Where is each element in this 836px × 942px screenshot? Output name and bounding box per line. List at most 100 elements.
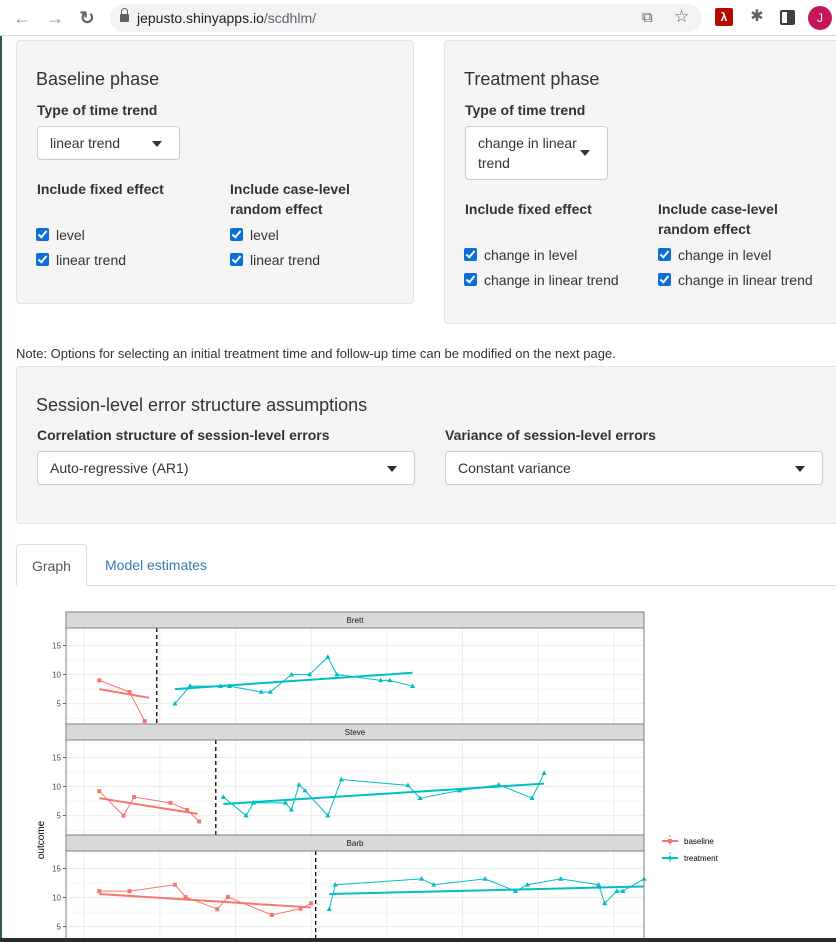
- session-error-panel: Session-level error structure assumption…: [16, 366, 836, 524]
- checkbox-checked-icon[interactable]: [464, 273, 477, 286]
- baseline-point: [309, 901, 314, 906]
- y-tick-label: 5: [57, 812, 62, 821]
- single-case-graph: Brett 5 10 15 Steve 5 10 15 Barb 5 10 15 outcome base…: [0, 611, 836, 942]
- random-effect-label-line1: Include case-level: [658, 201, 778, 217]
- checkbox-label: change in linear trend: [484, 272, 619, 288]
- variance-select[interactable]: Constant variance: [445, 451, 823, 485]
- browser-toolbar: ← → ↻ jepusto.shinyapps.io/scdhlm/ ⧉ ☆ λ…: [0, 0, 836, 36]
- checkbox-label: level: [56, 227, 85, 243]
- treatment-phase-title: Treatment phase: [464, 69, 600, 89]
- facet-strip-label: Steve: [345, 728, 366, 737]
- session-error-title: Session-level error structure assumption…: [36, 395, 368, 415]
- y-tick-label: 5: [57, 923, 62, 932]
- legend-label: treatment: [684, 854, 719, 863]
- treatment-phase-panel: Treatment phase Type of time trend chang…: [444, 40, 836, 324]
- share-icon[interactable]: ⧉: [642, 9, 653, 26]
- random-effect-label-line1: Include case-level: [230, 181, 350, 197]
- checkbox-label: linear trend: [250, 252, 321, 268]
- y-tick-label: 10: [52, 671, 61, 680]
- treatment-trend-value: change in linear trend: [478, 133, 577, 173]
- tab-graph[interactable]: Graph: [16, 544, 87, 586]
- checkbox-label: change in level: [678, 247, 772, 263]
- baseline-trend-label: Type of time trend: [37, 102, 158, 118]
- y-tick-label: 5: [57, 700, 62, 709]
- treatment-random-effect-label: Include case-level random effect: [658, 199, 778, 239]
- star-icon[interactable]: ☆: [674, 7, 689, 27]
- baseline-point: [183, 894, 188, 899]
- facet-panel-brett: Brett 5 10 15: [52, 611, 645, 725]
- checkbox-checked-icon[interactable]: [658, 273, 671, 286]
- y-tick-label: 15: [52, 641, 61, 650]
- correlation-structure-value: Auto-regressive (AR1): [50, 460, 189, 476]
- treatment-trend-select[interactable]: change in linear trend: [465, 126, 608, 180]
- facet-panel-steve: Steve 5 10 15: [52, 723, 645, 837]
- baseline-point: [172, 882, 177, 887]
- baseline-point: [225, 894, 230, 899]
- legend-key-point: [668, 839, 672, 843]
- y-tick-label: 10: [52, 894, 61, 903]
- baseline-point: [121, 813, 126, 818]
- side-panel-icon[interactable]: [780, 10, 795, 25]
- chevron-down-icon: [152, 141, 162, 147]
- y-axis-title: outcome: [36, 820, 47, 859]
- baseline-point: [215, 907, 220, 912]
- baseline-trend-select[interactable]: linear trend: [37, 126, 180, 160]
- checkbox-checked-icon[interactable]: [464, 248, 477, 261]
- checkbox-checked-icon[interactable]: [658, 248, 671, 261]
- baseline-point: [97, 678, 102, 683]
- chevron-down-icon: [795, 466, 805, 472]
- chevron-down-icon: [387, 466, 397, 472]
- baseline-point: [168, 800, 173, 805]
- baseline-point: [97, 889, 102, 894]
- baseline-phase-title: Baseline phase: [36, 69, 160, 89]
- taskbar-edge: [0, 938, 836, 942]
- tab-model-estimates[interactable]: Model estimates: [90, 544, 222, 586]
- baseline-random-effect-label: Include case-level random effect: [230, 179, 350, 219]
- address-bar[interactable]: jepusto.shinyapps.io/scdhlm/ ⧉ ☆: [110, 4, 702, 32]
- correlation-structure-select[interactable]: Auto-regressive (AR1): [37, 451, 415, 485]
- checkbox-label: change in linear trend: [678, 272, 813, 288]
- baseline-phase-panel: Baseline phase Type of time trend linear…: [16, 40, 414, 304]
- url-text: jepusto.shinyapps.io/scdhlm/: [137, 10, 316, 26]
- url-host: jepusto.shinyapps.io: [137, 10, 264, 26]
- puzzle-extension-icon[interactable]: ✱: [748, 8, 766, 26]
- back-arrow-icon[interactable]: ←: [10, 6, 34, 30]
- lock-icon[interactable]: [120, 8, 129, 23]
- baseline-point: [132, 795, 137, 800]
- baseline-point: [97, 789, 102, 794]
- variance-label: Variance of session-level errors: [445, 427, 656, 443]
- baseline-point: [197, 819, 202, 824]
- facet-strip-label: Brett: [347, 616, 365, 625]
- baseline-point: [142, 719, 147, 724]
- random-effect-label-line2: random effect: [658, 221, 751, 237]
- reload-icon[interactable]: ↻: [75, 6, 99, 30]
- checkbox-checked-icon[interactable]: [230, 228, 243, 241]
- y-tick-label: 10: [52, 783, 61, 792]
- treatment-trend-label: Type of time trend: [465, 102, 586, 118]
- pdf-extension-icon[interactable]: λ: [715, 8, 733, 26]
- trend-value-line2: trend: [478, 155, 510, 171]
- baseline-point: [269, 913, 274, 917]
- checkbox-checked-icon[interactable]: [36, 228, 49, 241]
- checkbox-label: change in level: [484, 247, 578, 263]
- checkbox-checked-icon[interactable]: [230, 253, 243, 266]
- avatar[interactable]: J: [808, 6, 832, 30]
- legend-label: baseline: [684, 837, 714, 846]
- panel-background: [66, 740, 644, 836]
- note-text: Note: Options for selecting an initial t…: [16, 346, 616, 361]
- y-tick-label: 15: [52, 753, 61, 762]
- facet-panel-barb: Barb 5 10 15: [52, 834, 647, 942]
- url-path: /scdhlm/: [263, 10, 316, 26]
- baseline-point: [185, 807, 190, 812]
- baseline-trend-value: linear trend: [50, 135, 121, 151]
- chevron-down-icon: [580, 150, 590, 156]
- checkbox-checked-icon[interactable]: [36, 253, 49, 266]
- checkbox-label: linear trend: [56, 252, 127, 268]
- baseline-point: [127, 690, 132, 694]
- forward-arrow-icon[interactable]: →: [43, 6, 67, 30]
- trend-value-line1: change in linear: [478, 135, 577, 151]
- variance-value: Constant variance: [458, 460, 571, 476]
- treatment-fixed-effect-label: Include fixed effect: [465, 201, 592, 217]
- legend: baseline treatment: [662, 835, 719, 864]
- baseline-fixed-effect-label: Include fixed effect: [37, 181, 164, 197]
